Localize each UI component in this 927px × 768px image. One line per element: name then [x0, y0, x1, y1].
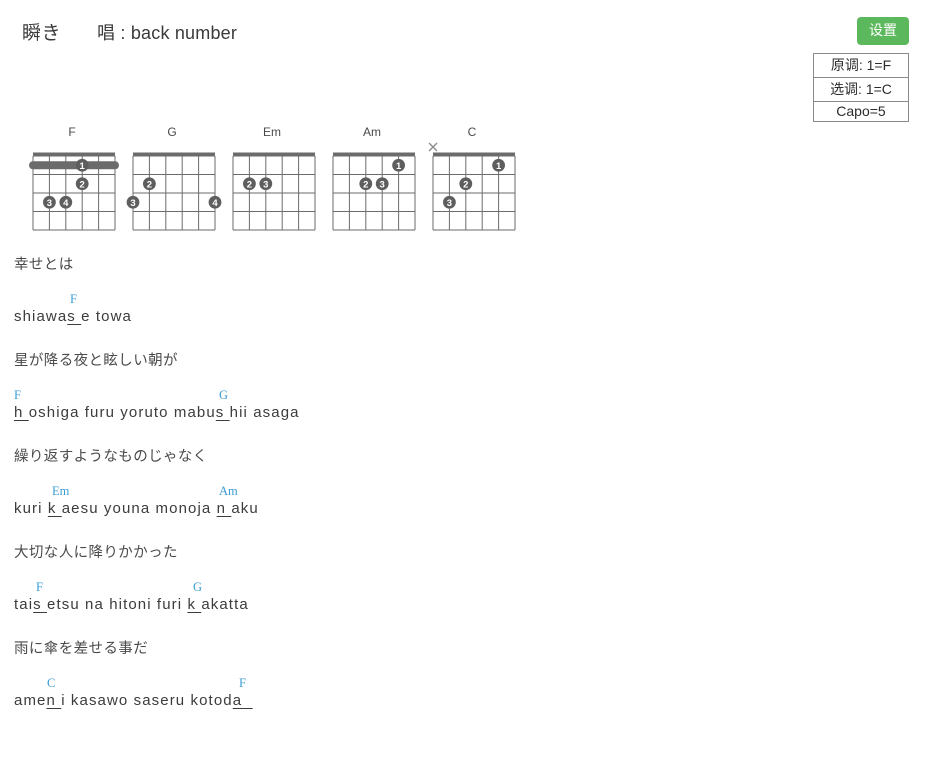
chord-card-em[interactable]: Em 2 3: [222, 124, 322, 234]
chord-label[interactable]: G: [219, 388, 228, 403]
verse-native-text: 繰り返すようなものじゃなく: [14, 449, 208, 465]
lyrics-container: 幸せとは Fshiawas e towa 星が降る夜と眩しい朝が F Gh oshiga…: [14, 253, 894, 733]
svg-text:1: 1: [396, 161, 402, 172]
verse: 繰り返すようなものじゃなく Em Am kuri k aesu youna monoj…: [14, 445, 894, 519]
chord-diagram-strip: F 1 2 3 4 G 2 3 4 Em 2 3 Am 1 2 3 C 1 2 3: [22, 124, 522, 234]
song-artist: 唱 : back number: [97, 23, 238, 43]
chord-label[interactable]: Em: [52, 484, 69, 499]
chord-diagram: 1 2 3: [325, 142, 416, 234]
verse: 星が降る夜と眩しい朝が F Gh oshiga furu yoruto mabus …: [14, 349, 894, 423]
chord-label[interactable]: F: [239, 676, 246, 691]
verse-romaji-text: h oshiga furu yoruto mabus hii asaga: [14, 404, 300, 421]
verse-native-text: 雨に傘を差せる事だ: [14, 641, 149, 657]
svg-text:3: 3: [380, 179, 385, 190]
chord-card-c[interactable]: C 1 23: [422, 124, 522, 234]
verse-native-text: 幸せとは: [14, 257, 74, 273]
chord-card-am[interactable]: Am 1 2 3: [322, 124, 422, 234]
svg-text:3: 3: [47, 198, 52, 209]
verse: 雨に傘を差せる事だ C Famen i kasawo saseru kotoda: [14, 637, 894, 711]
chord-label[interactable]: F: [70, 292, 77, 307]
svg-text:1: 1: [496, 161, 502, 172]
chord-name-label: G: [167, 125, 177, 139]
chord-line: FG: [14, 388, 894, 403]
key-info-box: 原调: 1=F 选调: 1=C Capo=5: [813, 53, 909, 122]
svg-text:2: 2: [80, 179, 85, 190]
verse-native-text: 大切な人に降りかかった: [14, 545, 178, 561]
chord-diagram: 2 3 4: [125, 142, 222, 234]
chord-line: Em Am: [14, 484, 894, 499]
chord-line: FG: [14, 580, 894, 595]
chord-name-label: Em: [263, 125, 281, 139]
chord-card-f[interactable]: F 1 2 34: [22, 124, 122, 234]
chord-name-label: Am: [363, 125, 381, 139]
svg-text:2: 2: [363, 179, 368, 190]
verse-romaji-text: shiawas e towa: [14, 308, 132, 325]
verse-romaji-text: tais etsu na hitoni furi k akatta: [14, 596, 249, 613]
svg-text:4: 4: [212, 198, 218, 209]
chord-line: CF: [14, 676, 894, 691]
chord-label[interactable]: Am: [219, 484, 238, 499]
chord-label[interactable]: F: [36, 580, 43, 595]
capo-row: Capo=5: [836, 103, 886, 119]
chord-label[interactable]: F: [14, 388, 21, 403]
chord-line: F: [14, 292, 894, 307]
song-header: 瞬き 唱 : back number: [22, 18, 237, 45]
svg-text:1: 1: [80, 161, 86, 172]
svg-text:3: 3: [263, 179, 268, 190]
svg-text:3: 3: [130, 198, 135, 209]
chord-label[interactable]: G: [193, 580, 202, 595]
selected-key-row: 选调: 1=C: [814, 78, 908, 102]
svg-text:2: 2: [247, 179, 252, 190]
chord-diagram: 1 2 34: [25, 142, 119, 234]
song-title: 瞬き: [22, 23, 62, 44]
verse-romaji-text: amen i kasawo saseru kotoda: [14, 692, 253, 709]
verse: 大切な人に降りかかった F Gtais etsu na hitoni furi k …: [14, 541, 894, 615]
chord-name-label: F: [68, 125, 76, 139]
chord-diagram: 1 23: [425, 142, 516, 234]
svg-text:3: 3: [447, 198, 452, 209]
chord-diagram: 23: [225, 142, 316, 234]
svg-text:2: 2: [147, 179, 152, 190]
svg-text:4: 4: [63, 198, 69, 209]
chord-label[interactable]: C: [47, 676, 55, 691]
chord-card-g[interactable]: G 2 3 4: [122, 124, 222, 234]
svg-text:2: 2: [463, 179, 468, 190]
settings-button[interactable]: 设置: [857, 17, 909, 46]
verse-native-text: 星が降る夜と眩しい朝が: [14, 353, 178, 369]
verse-romaji-text: kuri k aesu youna monoja n aku: [14, 500, 259, 517]
chord-name-label: C: [467, 125, 477, 139]
verse: 幸せとは Fshiawas e towa: [14, 253, 894, 327]
song-sheet-page: 瞬き 唱 : back number 设置 原调: 1=F 选调: 1=C Ca…: [0, 0, 927, 768]
original-key-row: 原调: 1=F: [814, 54, 908, 78]
